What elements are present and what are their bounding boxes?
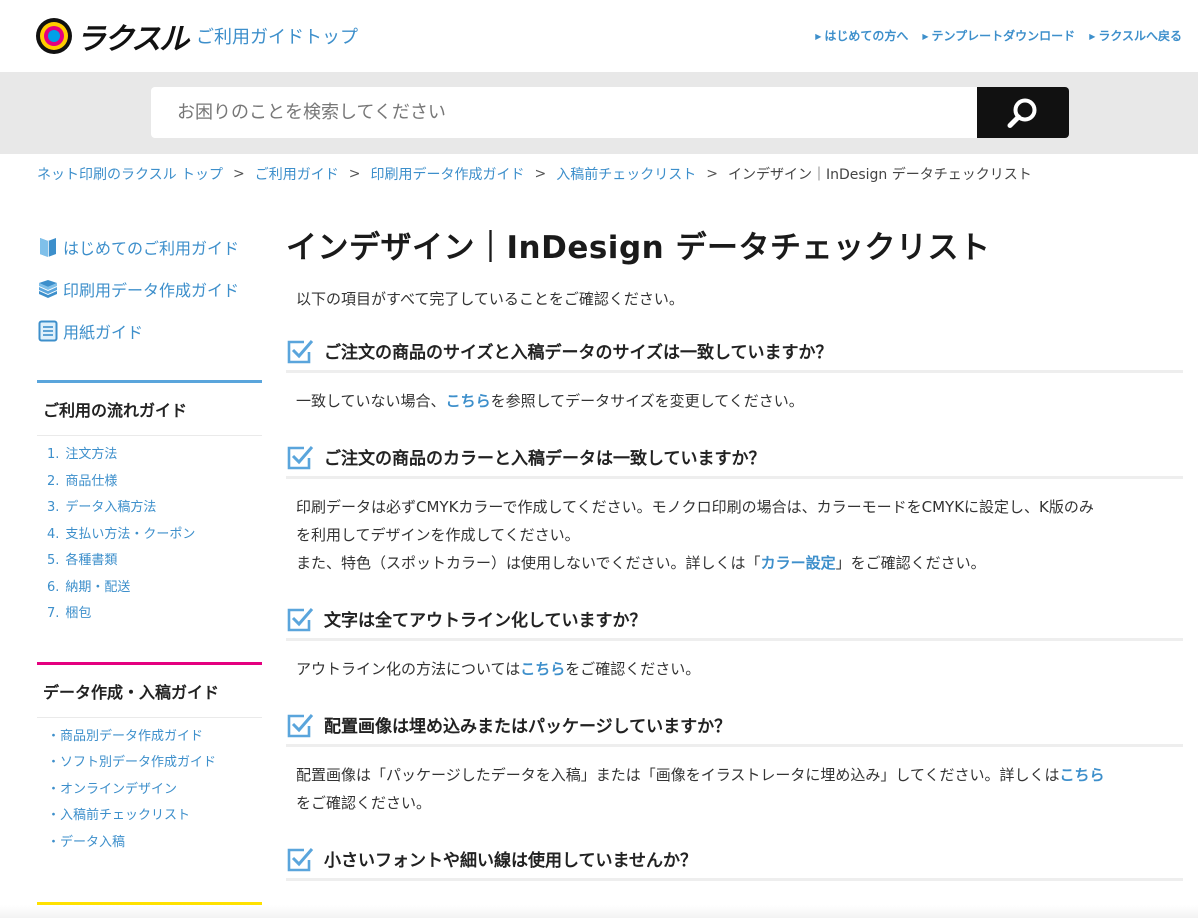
breadcrumb-current: インデザイン｜InDesign データチェックリスト	[727, 167, 1032, 183]
sidebar-item-label: はじめてのご利用ガイド	[63, 239, 240, 258]
guide-top-link[interactable]: ご利用ガイドトップ	[196, 23, 358, 49]
breadcrumb-link-top[interactable]: ネット印刷のラクスル トップ	[37, 164, 223, 184]
main-content: インデザイン｜InDesign データチェックリスト 以下の項目がすべて完了して…	[286, 226, 1183, 881]
breadcrumb: ネット印刷のラクスル トップ > ご利用ガイド > 印刷用データ作成ガイド > …	[37, 164, 1032, 184]
checkbox-checked-icon	[287, 445, 314, 469]
here-link[interactable]: こちら	[1060, 766, 1105, 784]
search-button[interactable]	[977, 87, 1069, 138]
triangle-right-icon: ▶	[922, 32, 929, 41]
breadcrumb-separator: >	[534, 166, 547, 182]
top-link-template-download[interactable]: ▶ テンプレートダウンロード	[922, 27, 1075, 44]
list-item[interactable]: 4. 支払い方法・クーポン	[47, 522, 262, 549]
checklist-heading: ご注文の商品のサイズと入稿データのサイズは一致していますか？	[286, 337, 1183, 373]
flow-guide-title: ご利用の流れガイド	[37, 383, 262, 436]
data-guide-title: データ作成・入稿ガイド	[37, 665, 262, 718]
list-item[interactable]: ・オンラインデザイン	[47, 777, 262, 804]
breadcrumb-link-guide[interactable]: ご利用ガイド	[255, 164, 339, 184]
bottom-shadow	[0, 905, 1198, 918]
checklist-heading: ご注文の商品のカラーと入稿データは一致していますか？	[286, 443, 1183, 479]
sidebar-item-data-guide[interactable]: 印刷用データ作成ガイド	[37, 268, 262, 310]
logo-mark-icon	[36, 18, 72, 54]
sidebar-item-label: 印刷用データ作成ガイド	[63, 281, 240, 300]
checklist-item-images: 配置画像は埋め込みまたはパッケージしていますか？ 配置画像は「パッケージしたデー…	[286, 711, 1183, 817]
flow-guide-list: 1. 注文方法 2. 商品仕様 3. データ入稿方法 4. 支払い方法・クーポン 5. 各…	[37, 436, 262, 628]
checkbox-checked-icon	[287, 607, 314, 631]
checklist-body: アウトライン化の方法についてはこちらをご確認ください。	[296, 660, 701, 678]
checklist-title: 小さいフォントや細い線は使用していませんか？	[324, 851, 697, 871]
sidebar-item-paper-guide[interactable]: 用紙ガイド	[37, 310, 262, 352]
top-links: ▶ はじめての方へ ▶ テンプレートダウンロード ▶ ラクスルへ戻る	[815, 27, 1182, 44]
flow-guide-box: ご利用の流れガイド 1. 注文方法 2. 商品仕様 3. データ入稿方法 4. 支払い方…	[37, 380, 262, 628]
checklist-heading: 小さいフォントや細い線は使用していませんか？	[286, 845, 1183, 881]
checklist-title: ご注文の商品のサイズと入稿データのサイズは一致していますか？	[324, 343, 833, 363]
checklist-heading: 配置画像は埋め込みまたはパッケージしていますか？	[286, 711, 1183, 747]
checklist-heading: 文字は全てアウトライン化していますか？	[286, 605, 1183, 641]
list-item[interactable]: 7. 梱包	[47, 601, 262, 628]
checkbox-checked-icon	[287, 339, 314, 363]
breadcrumb-link-checklist[interactable]: 入稿前チェックリスト	[556, 164, 696, 184]
checklist-title: 配置画像は埋め込みまたはパッケージしていますか？	[324, 717, 732, 737]
page-title: インデザイン｜InDesign データチェックリスト	[286, 230, 991, 266]
here-link[interactable]: こちら	[446, 392, 491, 410]
checklist-body: 一致していない場合、こちらを参照してデータサイズを変更してください。	[296, 392, 804, 410]
data-guide-list: ・商品別データ作成ガイド ・ソフト別データ作成ガイド ・オンラインデザイン ・入…	[37, 718, 262, 857]
checklist-title: ご注文の商品のカラーと入稿データは一致していますか？	[324, 449, 766, 469]
checklist-item-color: ご注文の商品のカラーと入稿データは一致していますか？ 印刷データは必ずCMYKカ…	[286, 443, 1183, 577]
triangle-right-icon: ▶	[815, 32, 822, 41]
sidebar: はじめてのご利用ガイド 印刷用データ作成ガイド 用紙ガイド ご利用の流れガイド …	[37, 226, 262, 905]
checklist-title: 文字は全てアウトライン化していますか？	[324, 611, 647, 631]
list-item[interactable]: ・ソフト別データ作成ガイド	[47, 750, 262, 777]
list-item[interactable]: 5. 各種書類	[47, 548, 262, 575]
checklist-item-fonts-lines: 小さいフォントや細い線は使用していませんか？	[286, 845, 1183, 881]
logo-text: ラクスル	[76, 22, 189, 57]
top-link-beginners[interactable]: ▶ はじめての方へ	[815, 27, 908, 44]
checklist-body: 印刷データは必ずCMYKカラーで作成してください。モノクロ印刷の場合は、カラーモ…	[296, 498, 1094, 572]
intro-text: 以下の項目がすべて完了していることをご確認ください。	[296, 290, 684, 308]
list-item[interactable]: 3. データ入稿方法	[47, 495, 262, 522]
triangle-right-icon: ▶	[1089, 32, 1096, 41]
raksul-logo[interactable]: ラクスル	[36, 14, 189, 58]
search-box	[151, 87, 977, 138]
search-band	[0, 72, 1198, 154]
checklist-body: 配置画像は「パッケージしたデータを入稿」または「画像をイラストレータに埋め込み」…	[296, 766, 1105, 812]
list-item[interactable]: 6. 納期・配送	[47, 575, 262, 602]
book-icon	[37, 236, 59, 258]
paper-stack-icon	[37, 278, 59, 300]
document-icon	[37, 320, 59, 342]
list-item[interactable]: 1. 注文方法	[47, 442, 262, 469]
search-input[interactable]	[151, 87, 977, 138]
list-item[interactable]: ・入稿前チェックリスト	[47, 803, 262, 830]
color-settings-link[interactable]: カラー設定	[761, 554, 836, 572]
search-icon	[1007, 98, 1037, 128]
breadcrumb-separator: >	[348, 166, 361, 182]
checkbox-checked-icon	[287, 713, 314, 737]
list-item[interactable]: ・商品別データ作成ガイド	[47, 724, 262, 751]
top-link-back-to-raksul[interactable]: ▶ ラクスルへ戻る	[1089, 27, 1182, 44]
breadcrumb-separator: >	[706, 166, 718, 182]
breadcrumb-separator: >	[233, 166, 245, 182]
list-item[interactable]: ・データ入稿	[47, 830, 262, 857]
sidebar-item-label: 用紙ガイド	[63, 323, 144, 342]
breadcrumb-link-data-guide[interactable]: 印刷用データ作成ガイド	[371, 164, 525, 184]
list-item[interactable]: 2. 商品仕様	[47, 469, 262, 496]
checklist-item-outline: 文字は全てアウトライン化していますか？ アウトライン化の方法についてはこちらをご…	[286, 605, 1183, 683]
sidebar-item-first-guide[interactable]: はじめてのご利用ガイド	[37, 226, 262, 268]
here-link[interactable]: こちら	[520, 660, 565, 678]
data-guide-box: データ作成・入稿ガイド ・商品別データ作成ガイド ・ソフト別データ作成ガイド ・…	[37, 661, 262, 857]
checklist-item-size: ご注文の商品のサイズと入稿データのサイズは一致していますか？ 一致していない場合…	[286, 337, 1183, 415]
checkbox-checked-icon	[287, 847, 314, 871]
header: ラクスル ご利用ガイドトップ ▶ はじめての方へ ▶ テンプレートダウンロード ▶ ラ…	[0, 0, 1198, 72]
